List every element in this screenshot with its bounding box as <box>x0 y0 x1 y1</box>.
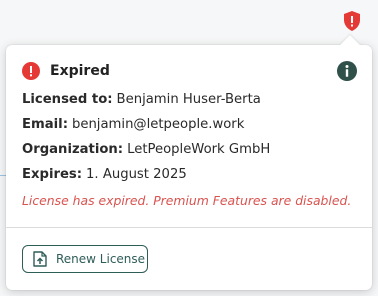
licensed-to-row: Licensed to: Benjamin Huser-Berta <box>22 90 360 115</box>
licensed-to-value: Benjamin Huser-Berta <box>116 92 261 107</box>
license-details: Licensed to: Benjamin Huser-Berta Email: b… <box>22 90 360 190</box>
email-value: benjamin@letpeople.work <box>71 117 245 132</box>
popover-arrow <box>340 35 360 55</box>
renew-license-label: Renew License <box>56 252 146 266</box>
license-header: Expired <box>22 59 360 83</box>
expired-warning: License has expired. Premium Features ar… <box>22 193 352 208</box>
file-upload-icon <box>33 251 47 267</box>
expires-value: 1. August 2025 <box>86 167 187 182</box>
divider <box>6 227 372 228</box>
organization-value: LetPeopleWork GmbH <box>127 142 271 157</box>
shield-alert-icon <box>344 11 360 31</box>
email-row: Email: benjamin@letpeople.work <box>22 115 360 140</box>
license-popover: Expired Licensed to: Benjamin Huser-Berta… <box>6 35 372 290</box>
organization-label: Organization: <box>22 142 124 157</box>
error-circle-icon <box>22 62 40 80</box>
organization-row: Organization: LetPeopleWork GmbH <box>22 140 360 165</box>
licensed-to-label: Licensed to: <box>22 92 113 107</box>
expires-row: Expires: 1. August 2025 <box>22 165 360 190</box>
info-icon[interactable] <box>336 60 358 82</box>
email-label: Email: <box>22 117 68 132</box>
license-status-button[interactable] <box>340 8 364 34</box>
expires-label: Expires: <box>22 167 83 182</box>
renew-license-button[interactable]: Renew License <box>22 245 148 273</box>
page: Expired Licensed to: Benjamin Huser-Berta… <box>0 0 378 296</box>
license-status-title: Expired <box>50 63 110 79</box>
